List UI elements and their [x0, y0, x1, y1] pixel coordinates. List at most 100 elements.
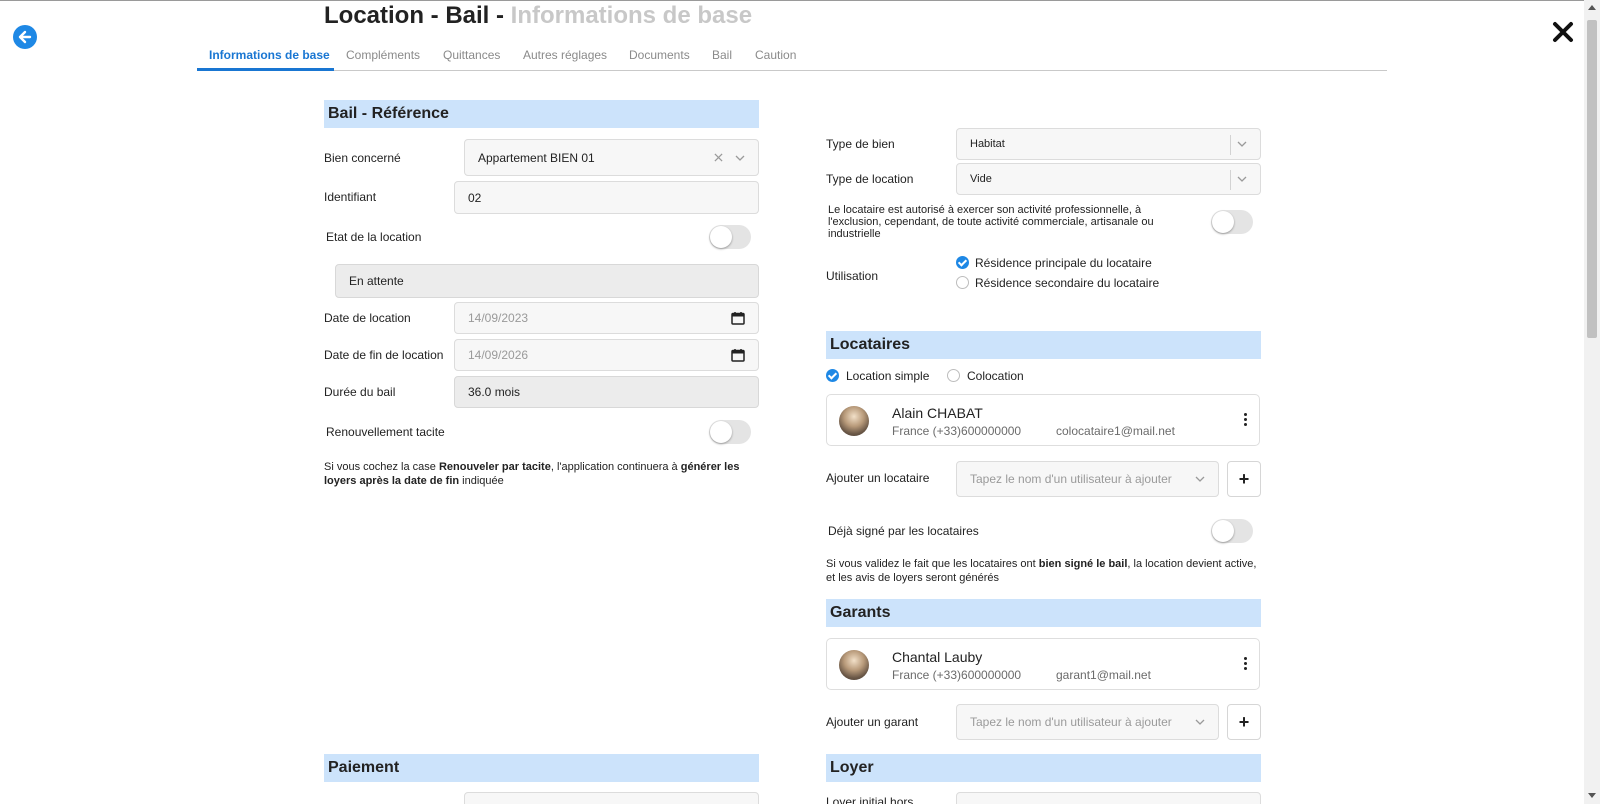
tab-caution[interactable]: Caution	[755, 48, 796, 62]
tab-informations-de-base[interactable]: Informations de base	[209, 48, 330, 62]
calendar-icon[interactable]	[731, 348, 745, 362]
duree-bail-field: 36.0 mois	[454, 376, 759, 408]
type-bien-value: Habitat	[970, 138, 1005, 150]
scrollbar[interactable]	[1584, 0, 1600, 804]
more-vertical-icon[interactable]	[1242, 413, 1248, 429]
ajouter-garant-label: Ajouter un garant	[826, 715, 919, 729]
radio-location-simple[interactable]	[826, 369, 839, 382]
date-fin-location-value: 14/09/2026	[468, 348, 529, 362]
signature-note: Si vous validez le fait que les locatair…	[826, 557, 1266, 585]
close-button[interactable]	[1551, 20, 1575, 44]
tab-documents[interactable]: Documents	[629, 48, 690, 62]
calendar-icon[interactable]	[731, 311, 745, 325]
chevron-down-icon	[1237, 176, 1247, 182]
paiement-first-field[interactable]	[464, 792, 759, 804]
add-locataire-button[interactable]: +	[1227, 461, 1261, 497]
deja-signe-toggle[interactable]	[1211, 519, 1253, 543]
etat-location-value: En attente	[349, 274, 404, 288]
date-location-value: 14/09/2023	[468, 311, 529, 325]
ajouter-locataire-input[interactable]: Tapez le nom d'un utilisateur à ajouter	[956, 461, 1219, 497]
garant-card: Chantal Lauby France (+33)600000000 gara…	[826, 638, 1260, 690]
note-bold: Renouveler par tacite	[438, 461, 551, 473]
tab-autres-reglages[interactable]: Autres réglages	[523, 48, 607, 62]
section-loyer: Loyer	[826, 754, 1261, 782]
identifiant-label: Identifiant	[324, 190, 377, 204]
note-bold: bien signé le bail	[1038, 558, 1128, 570]
note-text: indiquée	[459, 475, 504, 487]
residence-principale-label: Résidence principale du locataire	[975, 256, 1152, 270]
type-location-select[interactable]: Vide	[956, 163, 1261, 195]
bien-concerne-label: Bien concerné	[324, 151, 401, 165]
renouvellement-tacite-label: Renouvellement tacite	[326, 425, 445, 439]
ajouter-locataire-placeholder: Tapez le nom d'un utilisateur à ajouter	[970, 472, 1172, 486]
date-location-input[interactable]: 14/09/2023	[454, 302, 759, 334]
type-bien-label: Type de bien	[826, 137, 895, 151]
locataire-card: Alain CHABAT France (+33)600000000 coloc…	[826, 394, 1260, 446]
garant-name: Chantal Lauby	[892, 649, 983, 665]
chevron-down-icon	[1195, 719, 1205, 725]
avatar	[839, 650, 869, 680]
plus-icon: +	[1238, 711, 1250, 732]
radio-colocation[interactable]	[947, 369, 960, 382]
type-bien-select[interactable]: Habitat	[956, 128, 1261, 160]
activite-professionnelle-label: Le locataire est autorisé à exercer son …	[828, 204, 1154, 240]
bien-concerne-value: Appartement BIEN 01	[478, 150, 595, 165]
select-separator	[1230, 135, 1231, 155]
scrollbar-thumb[interactable]	[1587, 20, 1597, 338]
tab-bail[interactable]: Bail	[712, 48, 732, 62]
loyer-initial-input[interactable]	[956, 792, 1261, 804]
garant-phone: France (+33)600000000	[892, 668, 1022, 682]
tab-bar: Informations de base Compléments Quittan…	[197, 44, 1387, 71]
identifiant-input[interactable]: 02	[454, 181, 759, 214]
top-border	[0, 0, 1600, 1]
activite-professionnelle-toggle[interactable]	[1211, 210, 1253, 234]
section-garants: Garants	[826, 599, 1261, 627]
back-button[interactable]	[13, 25, 37, 49]
chevron-down-icon	[1237, 141, 1247, 147]
garant-email: garant1@mail.net	[1056, 668, 1151, 682]
locataire-name: Alain CHABAT	[892, 405, 983, 421]
ajouter-locataire-label: Ajouter un locataire	[826, 471, 930, 485]
note-text: Si vous validez le fait que les locatair…	[826, 558, 1039, 570]
page-title: Location - Bail - Informations de base	[324, 2, 752, 30]
duree-bail-label: Durée du bail	[324, 385, 396, 399]
more-vertical-icon[interactable]	[1242, 657, 1248, 673]
note-text: , l'application continuera à	[550, 461, 681, 473]
plus-icon: +	[1238, 468, 1250, 489]
date-fin-location-label: Date de fin de location	[324, 348, 444, 362]
section-bail-reference: Bail - Référence	[324, 100, 759, 128]
tab-complements[interactable]: Compléments	[346, 48, 420, 62]
etat-location-label: Etat de la location	[326, 230, 422, 244]
date-location-label: Date de location	[324, 311, 411, 325]
add-garant-button[interactable]: +	[1227, 704, 1261, 740]
residence-secondaire-label: Résidence secondaire du locataire	[975, 276, 1160, 290]
etat-location-toggle[interactable]	[709, 225, 751, 249]
identifiant-value: 02	[468, 190, 482, 205]
section-paiement: Paiement	[324, 754, 759, 782]
select-separator	[1230, 170, 1231, 190]
date-fin-location-input[interactable]: 14/09/2026	[454, 339, 759, 371]
clear-icon[interactable]	[714, 153, 723, 162]
type-location-value: Vide	[970, 173, 992, 185]
tab-quittances[interactable]: Quittances	[443, 48, 500, 62]
location-simple-label: Location simple	[846, 369, 930, 383]
scroll-up-icon[interactable]	[1588, 5, 1596, 10]
deja-signe-label: Déjà signé par les locataires	[828, 524, 979, 538]
close-icon	[1553, 22, 1573, 42]
bien-concerne-select[interactable]: Appartement BIEN 01	[464, 139, 759, 176]
ajouter-garant-placeholder: Tapez le nom d'un utilisateur à ajouter	[970, 715, 1172, 729]
section-locataires: Locataires	[826, 331, 1261, 359]
page-title-sub: Informations de base	[510, 2, 753, 29]
colocation-label: Colocation	[967, 369, 1024, 383]
locataire-email: colocataire1@mail.net	[1056, 424, 1175, 438]
etat-location-value-field: En attente	[335, 264, 759, 298]
renouvellement-tacite-toggle[interactable]	[709, 420, 751, 444]
ajouter-garant-input[interactable]: Tapez le nom d'un utilisateur à ajouter	[956, 704, 1219, 740]
duree-bail-value: 36.0 mois	[468, 385, 521, 399]
scroll-down-icon[interactable]	[1588, 793, 1596, 798]
radio-residence-secondaire[interactable]	[956, 276, 969, 289]
radio-residence-principale[interactable]	[956, 256, 969, 269]
chevron-down-icon	[1195, 476, 1205, 482]
loyer-initial-label: Loyer initial hors	[826, 795, 914, 804]
note-text: Si vous cochez la case	[324, 461, 439, 473]
